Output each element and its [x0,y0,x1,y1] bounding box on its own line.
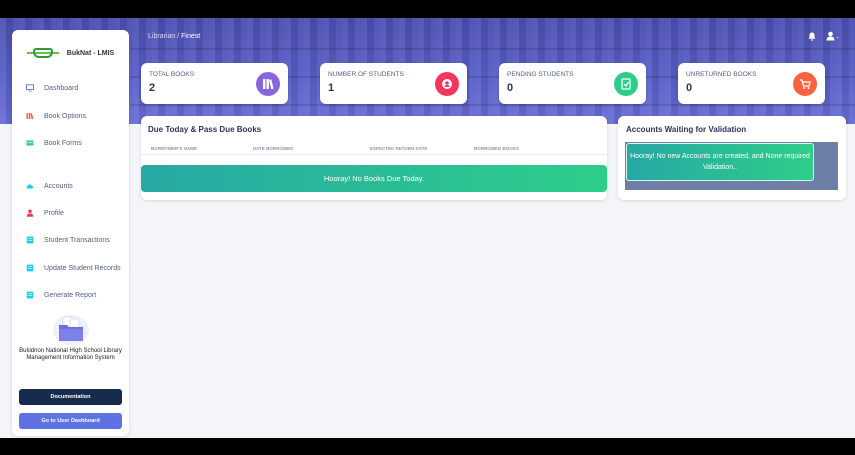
person-icon [26,209,34,217]
books-icon [256,72,280,96]
books-icon [26,113,34,120]
stat-label: UNRETURNED BOOKS [686,71,757,78]
brand[interactable]: BukNat - LMIS [12,40,129,66]
sidebar-item-label: Update Student Records [44,264,121,272]
form-icon [26,140,34,146]
stat-value: 0 [686,82,693,94]
due-books-panel: Due Today & Pass Due Books BORROWER'S NA… [141,116,607,200]
student-icon [435,72,459,96]
sidebar-item-book-options[interactable]: Book Options [12,105,129,127]
ledger-icon [26,264,34,272]
user-dashboard-button[interactable]: Go to User Dashboard [19,413,122,429]
sidebar-item-book-forms[interactable]: Book Forms [12,132,129,154]
cloud-icon [26,184,34,189]
sidebar-item-label: Accounts [44,182,73,190]
documentation-button[interactable]: Documentation [19,389,122,405]
clipboard-icon [614,72,638,96]
stat-label: PENDING STUDENTS [507,71,574,78]
stat-value: 1 [328,82,335,94]
panel-title: Accounts Waiting for Validation [626,125,747,134]
sidebar-item-label: Student Transactions [44,236,110,244]
stat-card-number-of-students[interactable]: NUMBER OF STUDENTS 1 [320,63,467,104]
stat-card-pending-students[interactable]: PENDING STUDENTS 0 [499,63,646,104]
breadcrumb: Librarian / Finest [148,33,200,40]
column-header[interactable]: DATE BORROWED [253,146,293,151]
column-header[interactable]: BORROWER'S NAME [151,146,197,151]
stat-value: 2 [149,82,156,94]
cart-icon [793,72,817,96]
sidebar-item-label: Generate Report [44,291,97,299]
stat-label: TOTAL BOOKS [149,71,195,78]
logo-icon [26,45,59,61]
app-name: BukNat - LMIS [66,49,115,57]
sidebar-item-generate-report[interactable]: Generate Report [12,284,129,306]
stat-card-unreturned-books[interactable]: UNRETURNED BOOKS 0 [678,63,825,104]
bell-icon[interactable] [808,32,816,41]
breadcrumb-parent[interactable]: Librarian [148,33,175,40]
sidebar-item-label: Profile [44,209,64,217]
ledger-icon [26,291,34,299]
ledger-icon [26,236,34,244]
sidebar-item-update-student-records[interactable]: Update Student Records [12,257,129,279]
sidebar: BukNat - LMIS Dashboard Book Options Boo… [12,30,129,436]
column-header[interactable]: BORROWED BOOKS [474,146,519,151]
folder-illustration-icon [53,315,89,345]
no-due-books-alert: Hooray! No Books Due Today. [141,165,607,192]
stat-value: 0 [507,82,514,94]
app-screen: Librarian / Finest BukNat - LMIS Dashboa… [0,18,855,438]
school-name: Bukidnon National High School Library Ma… [19,348,122,361]
sidebar-item-label: Book Options [44,112,87,120]
monitor-icon [26,84,34,92]
stat-label: NUMBER OF STUDENTS [328,71,404,78]
stat-card-total-books[interactable]: TOTAL BOOKS 2 [141,63,288,104]
divider [141,154,607,155]
user-menu-icon[interactable] [826,31,840,41]
column-header[interactable]: EXPECTED RETURN DATE [370,146,427,151]
breadcrumb-current: Finest [181,33,201,40]
panel-title: Due Today & Pass Due Books [148,125,262,134]
sidebar-item-profile[interactable]: Profile [12,202,129,224]
sidebar-item-student-transactions[interactable]: Student Transactions [12,229,129,251]
sidebar-item-label: Dashboard [44,84,79,92]
sidebar-item-accounts[interactable]: Accounts [12,175,129,197]
validation-panel: Accounts Waiting for Validation Hooray! … [618,116,846,200]
breadcrumb-separator: / [177,33,180,40]
sidebar-item-label: Book Forms [44,139,82,147]
sidebar-item-dashboard[interactable]: Dashboard [12,77,129,99]
no-validation-alert: Hooray! No new Accounts are created, and… [626,143,814,181]
